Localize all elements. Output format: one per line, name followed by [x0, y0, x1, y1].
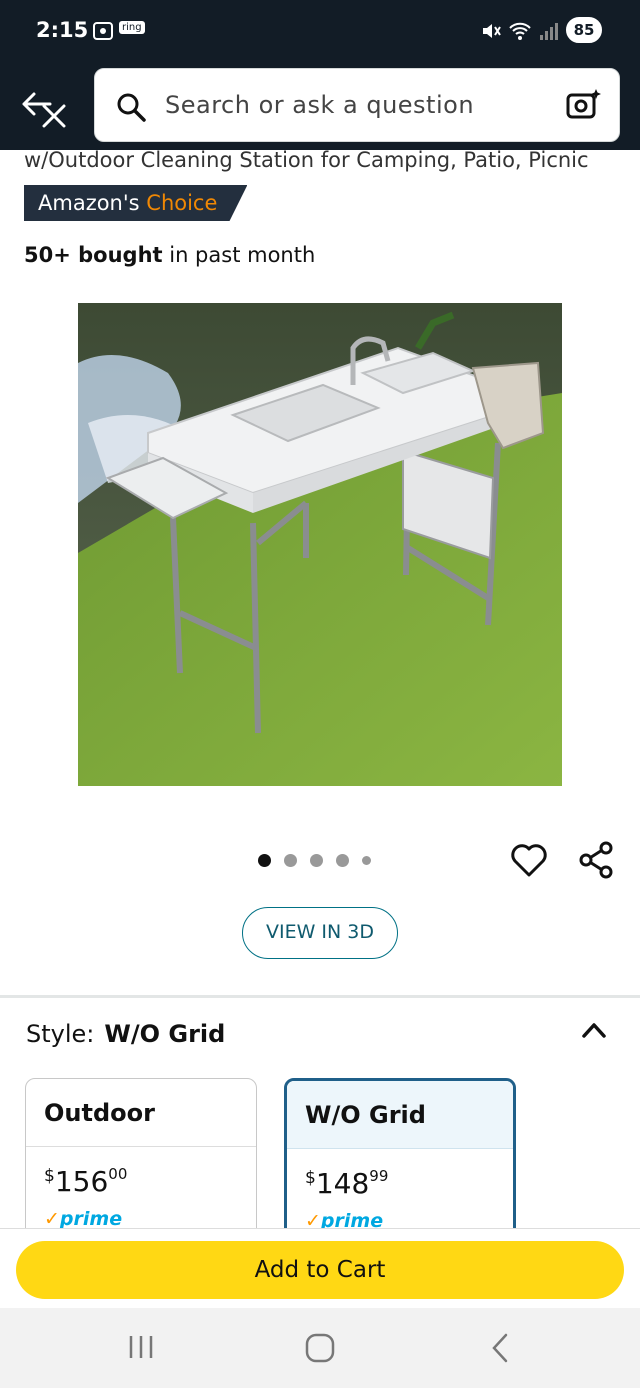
status-bar: 2:15 ring 85 [0, 0, 640, 62]
search-input[interactable]: Search or ask a question [165, 91, 474, 119]
style-option-wo-grid[interactable]: W/O Grid $14899 ✓prime [284, 1078, 516, 1238]
camera-lens-icon[interactable] [565, 87, 601, 127]
carousel-dot[interactable] [336, 853, 349, 867]
mute-icon [480, 20, 502, 46]
style-option-outdoor[interactable]: Outdoor $15600 ✓prime [25, 1078, 257, 1238]
carousel-dot[interactable] [258, 853, 271, 867]
image-carousel-dots[interactable] [258, 852, 371, 868]
bought-suffix: in past month [162, 243, 316, 267]
back-close-icon[interactable] [20, 86, 72, 130]
option-name: W/O Grid [287, 1081, 513, 1149]
search-icon [115, 91, 147, 127]
amazons-choice-badge: Amazon's Choice [24, 185, 248, 221]
back-icon[interactable] [488, 1332, 512, 1368]
signal-icon [538, 20, 560, 46]
prime-badge: ✓prime [44, 1208, 123, 1230]
status-time: 2:15 [36, 18, 89, 42]
carousel-dot[interactable] [284, 853, 297, 867]
heart-icon[interactable] [510, 842, 548, 882]
bought-count: 50+ bought in past month [24, 243, 315, 267]
section-divider [0, 995, 640, 998]
search-bar[interactable]: Search or ask a question [94, 68, 620, 142]
home-icon[interactable] [304, 1332, 336, 1368]
system-nav-bar [0, 1308, 640, 1388]
view-in-3d-button[interactable]: VIEW IN 3D [242, 907, 398, 959]
option-name: Outdoor [26, 1079, 256, 1147]
product-title[interactable]: w/Outdoor Cleaning Station for Camping, … [24, 148, 589, 172]
chevron-up-icon[interactable] [580, 1018, 608, 1046]
style-selected-value: W/O Grid [104, 1020, 226, 1048]
add-to-cart-button[interactable]: Add to Cart [16, 1241, 624, 1299]
wifi-icon [508, 20, 532, 46]
screenshot-icon [92, 20, 114, 46]
battery-icon: 85 [566, 17, 602, 43]
sticky-cart-bar: Add to Cart [0, 1228, 640, 1308]
product-image[interactable] [78, 303, 562, 786]
badge-highlight: Choice [146, 191, 218, 215]
style-label: Style: [26, 1020, 95, 1048]
carousel-dot[interactable] [362, 855, 371, 865]
option-price: $15600 [44, 1165, 128, 1198]
style-selector-label: Style: W/O Grid [26, 1020, 225, 1048]
top-bar: Search or ask a question [0, 62, 640, 150]
option-price: $14899 [305, 1167, 389, 1200]
share-icon[interactable] [578, 840, 616, 884]
bought-number: 50+ bought [24, 243, 163, 267]
carousel-dot[interactable] [310, 853, 323, 867]
ring-app-icon: ring [119, 21, 145, 34]
badge-prefix: Amazon's [38, 191, 140, 215]
recents-icon[interactable] [126, 1332, 156, 1366]
